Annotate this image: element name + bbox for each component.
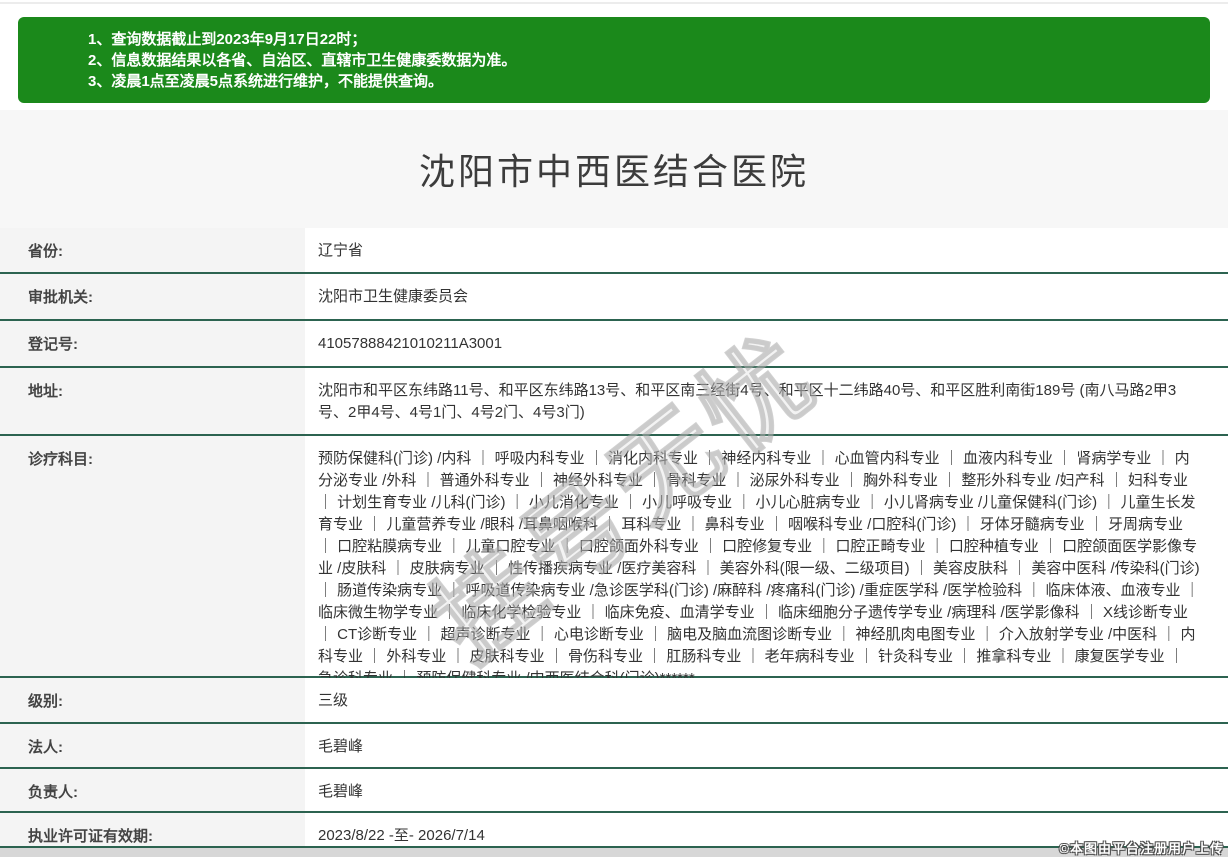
notice-line-2: 2、信息数据结果以各省、自治区、直辖市卫生健康委数据为准。 <box>88 50 1190 71</box>
table-row-level: 级别: 三级 <box>0 678 1228 724</box>
bottom-strip <box>0 848 1228 857</box>
notice-line-1: 1、查询数据截止到2023年9月17日22时； <box>88 29 1190 50</box>
row-label: 登记号: <box>0 321 305 366</box>
copyright-watermark: ©本图由平台注册用户上传 <box>1059 838 1224 857</box>
notice-banner: 1、查询数据截止到2023年9月17日22时； 2、信息数据结果以各省、自治区、… <box>18 17 1210 103</box>
row-value: 辽宁省 <box>305 228 1228 272</box>
hospital-info-table: 省份: 辽宁省 审批机关: 沈阳市卫生健康委员会 登记号: 4105788842… <box>0 228 1228 848</box>
row-label: 地址: <box>0 368 305 434</box>
table-row-legal-person: 法人: 毛碧峰 <box>0 724 1228 769</box>
row-value: 41057888421010211A3001 <box>305 321 1228 366</box>
row-value: 预防保健科(门诊) /内科 ｜ 呼吸内科专业 ｜ 消化内科专业 ｜ 神经内科专业… <box>305 436 1228 676</box>
table-row-approval-authority: 审批机关: 沈阳市卫生健康委员会 <box>0 274 1228 321</box>
row-label: 诊疗科目: <box>0 436 305 676</box>
hospital-info-page: 1、查询数据截止到2023年9月17日22时； 2、信息数据结果以各省、自治区、… <box>0 0 1228 857</box>
row-value: 毛碧峰 <box>305 724 1228 767</box>
row-label: 省份: <box>0 228 305 272</box>
row-value: 三级 <box>305 678 1228 722</box>
table-row-departments: 诊疗科目: 预防保健科(门诊) /内科 ｜ 呼吸内科专业 ｜ 消化内科专业 ｜ … <box>0 436 1228 678</box>
table-row-registration-no: 登记号: 41057888421010211A3001 <box>0 321 1228 368</box>
top-divider <box>0 2 1228 4</box>
row-label: 审批机关: <box>0 274 305 319</box>
title-band: 沈阳市中西医结合医院 <box>0 110 1228 228</box>
table-row-person-in-charge: 负责人: 毛碧峰 <box>0 769 1228 813</box>
notice-line-3: 3、凌晨1点至凌晨5点系统进行维护，不能提供查询。 <box>88 71 1190 92</box>
table-row-license-validity: 执业许可证有效期: 2023/8/22 -至- 2026/7/14 <box>0 813 1228 848</box>
row-label: 执业许可证有效期: <box>0 813 305 846</box>
table-row-province: 省份: 辽宁省 <box>0 228 1228 274</box>
row-value: 沈阳市和平区东纬路11号、和平区东纬路13号、和平区南三经街4号、和平区十二纬路… <box>305 368 1228 434</box>
row-value: 沈阳市卫生健康委员会 <box>305 274 1228 319</box>
page-title: 沈阳市中西医结合医院 <box>419 143 809 195</box>
table-row-address: 地址: 沈阳市和平区东纬路11号、和平区东纬路13号、和平区南三经街4号、和平区… <box>0 368 1228 436</box>
row-label: 级别: <box>0 678 305 722</box>
row-label: 法人: <box>0 724 305 767</box>
row-value: 毛碧峰 <box>305 769 1228 811</box>
row-label: 负责人: <box>0 769 305 811</box>
